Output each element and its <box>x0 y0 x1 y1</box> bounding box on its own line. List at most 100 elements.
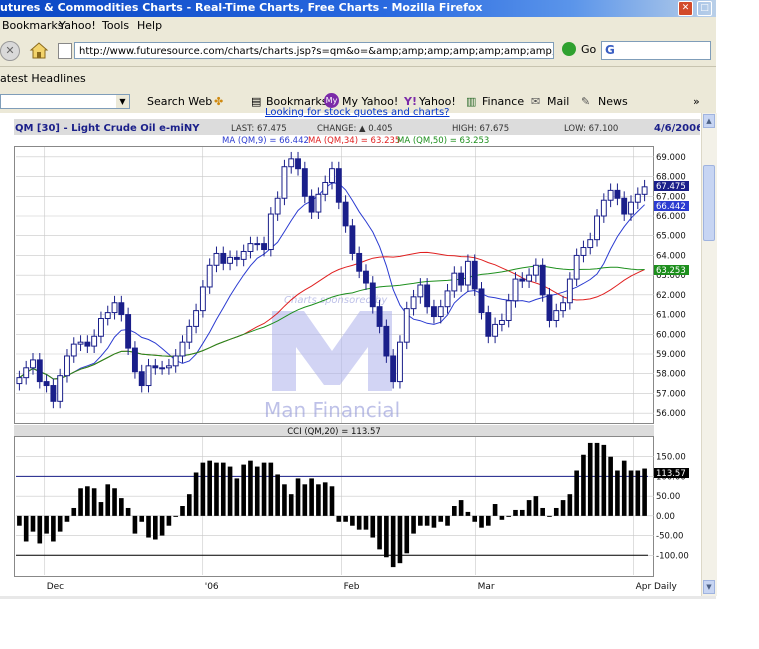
stop-icon[interactable]: ✕ <box>0 41 20 61</box>
menu-help[interactable]: Help <box>137 19 162 32</box>
man-financial-logo-icon <box>272 311 392 391</box>
candle-down <box>335 168 342 203</box>
cci-bar <box>343 515 348 522</box>
candle-down <box>424 284 431 308</box>
highlight-icon[interactable]: ✤ <box>214 95 223 108</box>
url-input[interactable]: http://www.futuresource.com/charts/chart… <box>74 42 554 59</box>
cci-bar <box>214 462 219 516</box>
candle-down <box>363 270 369 284</box>
toolbar-search-combo[interactable]: ▼ <box>0 94 130 109</box>
sponsor-brand: Man Financial <box>264 398 400 422</box>
candle-down <box>152 365 159 369</box>
cci-bar <box>472 515 478 522</box>
candle-up <box>97 318 104 337</box>
scroll-down-arrow-icon[interactable]: ▼ <box>703 580 715 594</box>
news-button[interactable]: News <box>598 95 628 108</box>
candle-down <box>546 294 553 321</box>
search-web-button[interactable]: Search Web <box>147 95 212 108</box>
candle-up <box>492 323 499 337</box>
candle-down <box>125 314 132 349</box>
cci-bar <box>98 502 104 516</box>
candle-up <box>403 308 410 343</box>
candle-down <box>308 195 315 213</box>
cci-bar <box>621 460 627 516</box>
cci-bar <box>71 507 77 516</box>
cci-bar <box>254 466 260 516</box>
price-tick-label: 66.000 <box>656 212 686 222</box>
scroll-up-arrow-icon[interactable]: ▲ <box>703 114 715 128</box>
headlines-bookmark[interactable]: atest Headlines <box>0 72 86 85</box>
cci-bar <box>587 442 593 516</box>
candle-up <box>288 158 295 168</box>
search-input[interactable]: G <box>601 41 711 60</box>
go-arrow-icon[interactable] <box>562 42 576 56</box>
close-window-icon[interactable]: ✕ <box>678 1 693 16</box>
candle-up <box>566 278 573 304</box>
cci-bar <box>445 515 450 526</box>
cci-bar <box>295 478 301 516</box>
date-tick-label: Dec <box>47 582 64 592</box>
cci-bar <box>452 506 457 516</box>
candle-down <box>621 197 628 215</box>
cci-bar <box>112 488 117 516</box>
cci-bar <box>268 462 274 516</box>
ma50-badge-text: 63.253 <box>656 266 686 276</box>
cci-bar <box>173 515 179 517</box>
home-icon[interactable] <box>29 40 49 60</box>
cci-bar <box>363 515 369 530</box>
cci-bar <box>513 509 518 516</box>
cci-bar <box>465 511 471 516</box>
candle-up <box>206 264 213 288</box>
candle-up <box>281 166 288 199</box>
cci-bar <box>608 456 613 516</box>
candle-down <box>301 168 308 197</box>
finance-icon: ▥ <box>466 95 477 108</box>
cci-bar <box>581 454 586 516</box>
chart-symbol: QM [30] - Light Crude Oil e-miNY <box>15 123 200 134</box>
cci-bar <box>533 496 539 516</box>
ma9-line <box>19 182 645 380</box>
menu-bar: Bookmarks Yahoo! Tools Help <box>0 17 716 34</box>
cci-bar <box>193 472 199 516</box>
price-y-axis: 56.000 57.000 58.000 59.000 60.000 61.000 62.0… <box>656 153 686 419</box>
daily-label: Daily <box>654 582 677 592</box>
navigation-toolbar: ✕ http://www.futuresource.com/charts/cha… <box>0 34 716 67</box>
chart-svg: QM [30] - Light Crude Oil e-miNY LAST: 6… <box>14 119 703 592</box>
horizontal-scrollbar[interactable] <box>0 596 716 599</box>
cci-bar <box>17 515 22 526</box>
looking-for-link[interactable]: Looking for stock quotes and charts? <box>265 107 449 118</box>
toolbar-more-chevron-icon[interactable]: » <box>693 95 700 108</box>
cci-bar <box>418 515 423 526</box>
chart-date: 4/6/2006 <box>654 123 700 134</box>
vertical-scrollbar[interactable]: ▲ ▼ <box>701 113 717 596</box>
moving-average-lines <box>19 182 645 380</box>
mail-button[interactable]: Mail <box>547 95 569 108</box>
scroll-thumb[interactable] <box>703 165 715 241</box>
dropdown-arrow-icon[interactable]: ▼ <box>116 95 129 108</box>
cci-bar <box>316 484 321 516</box>
menu-yahoo[interactable]: Yahoo! <box>59 19 96 32</box>
cci-bar <box>329 486 335 516</box>
maximize-window-icon[interactable]: □ <box>697 1 712 16</box>
bookmarks-toolbar-icon: ▤ <box>251 95 262 108</box>
candle-up <box>532 264 539 276</box>
candle-up <box>104 312 111 320</box>
candle-up <box>70 343 77 357</box>
cci-bar <box>594 442 600 516</box>
cci-bar-series <box>17 442 647 568</box>
ma9-badge-text: 66.442 <box>656 202 686 212</box>
price-tick-label: 58.000 <box>656 370 686 380</box>
price-tick-label: 61.000 <box>656 311 686 321</box>
cci-bar <box>105 484 111 516</box>
candle-up <box>560 302 567 312</box>
finance-button[interactable]: Finance <box>482 95 524 108</box>
menu-tools[interactable]: Tools <box>102 19 129 32</box>
ma50-badge: 63.253 <box>654 265 689 276</box>
cci-bar <box>282 484 287 516</box>
cci-bar <box>261 462 267 516</box>
menu-bookmarks[interactable]: Bookmarks <box>2 19 63 32</box>
go-button[interactable]: Go <box>581 43 596 56</box>
cci-bar <box>506 515 511 517</box>
candle-down <box>220 252 227 264</box>
candle-up <box>77 341 84 345</box>
